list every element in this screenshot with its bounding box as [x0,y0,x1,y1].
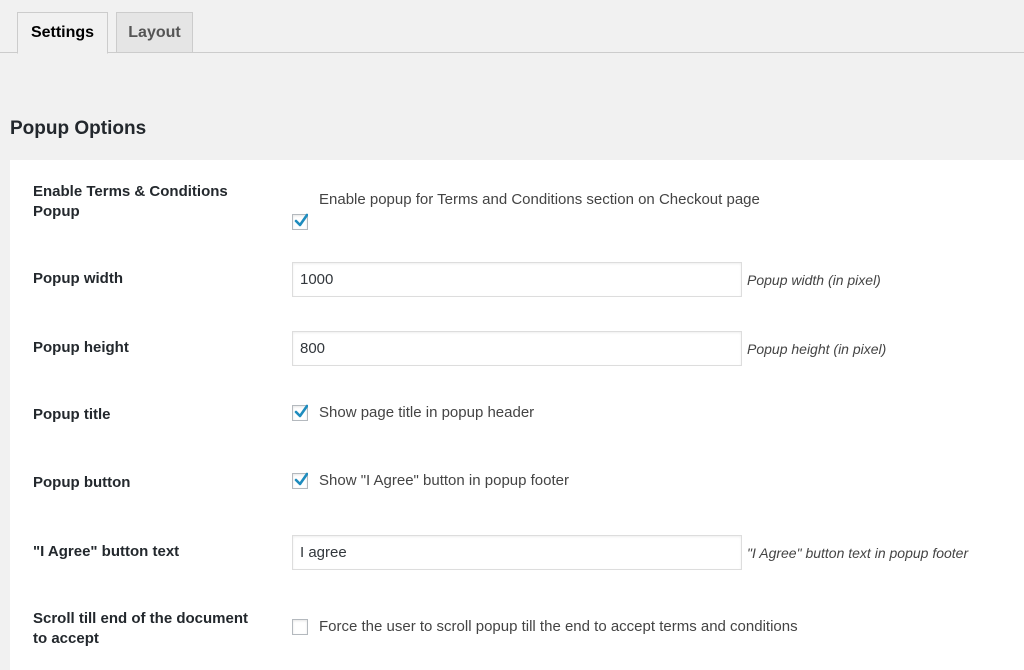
popup-title-label: Popup title [33,406,111,423]
settings-panel: Enable Terms & Conditions Popup Enable p… [10,160,1024,670]
popup-width-input[interactable] [292,262,742,297]
checkmark-icon [294,213,308,227]
checkmark-icon [294,472,308,486]
agree-button-text-label: "I Agree" button text [33,543,180,560]
popup-height-description: Popup height (in pixel) [747,341,887,357]
enable-popup-label: Enable Terms & Conditions Popup [33,183,228,220]
agree-button-text-description: "I Agree" button text in popup footer [747,545,969,561]
tab-layout[interactable]: Layout [116,12,193,53]
popup-button-label: Popup button [33,474,131,491]
popup-button-checkbox[interactable] [292,472,308,489]
agree-button-text-input[interactable] [292,535,742,570]
popup-height-label: Popup height [33,339,129,356]
popup-width-description: Popup width (in pixel) [747,272,881,288]
scroll-to-accept-label: Scroll till end of the document to accep… [33,610,249,647]
tab-bar: Settings Layout [0,0,1024,54]
popup-title-text: Show page title in popup header [319,404,535,421]
scroll-to-accept-checkbox[interactable] [292,619,308,635]
popup-height-input[interactable] [292,331,742,366]
scroll-to-accept-text: Force the user to scroll popup till the … [319,618,798,635]
section-title: Popup Options [10,118,147,139]
enable-popup-checkbox[interactable] [292,213,308,230]
tab-settings[interactable]: Settings [17,12,108,54]
popup-button-text: Show "I Agree" button in popup footer [319,472,569,489]
checkmark-icon [294,404,308,418]
popup-width-label: Popup width [33,270,123,287]
enable-popup-text: Enable popup for Terms and Conditions se… [319,191,760,208]
popup-title-checkbox[interactable] [292,404,308,421]
